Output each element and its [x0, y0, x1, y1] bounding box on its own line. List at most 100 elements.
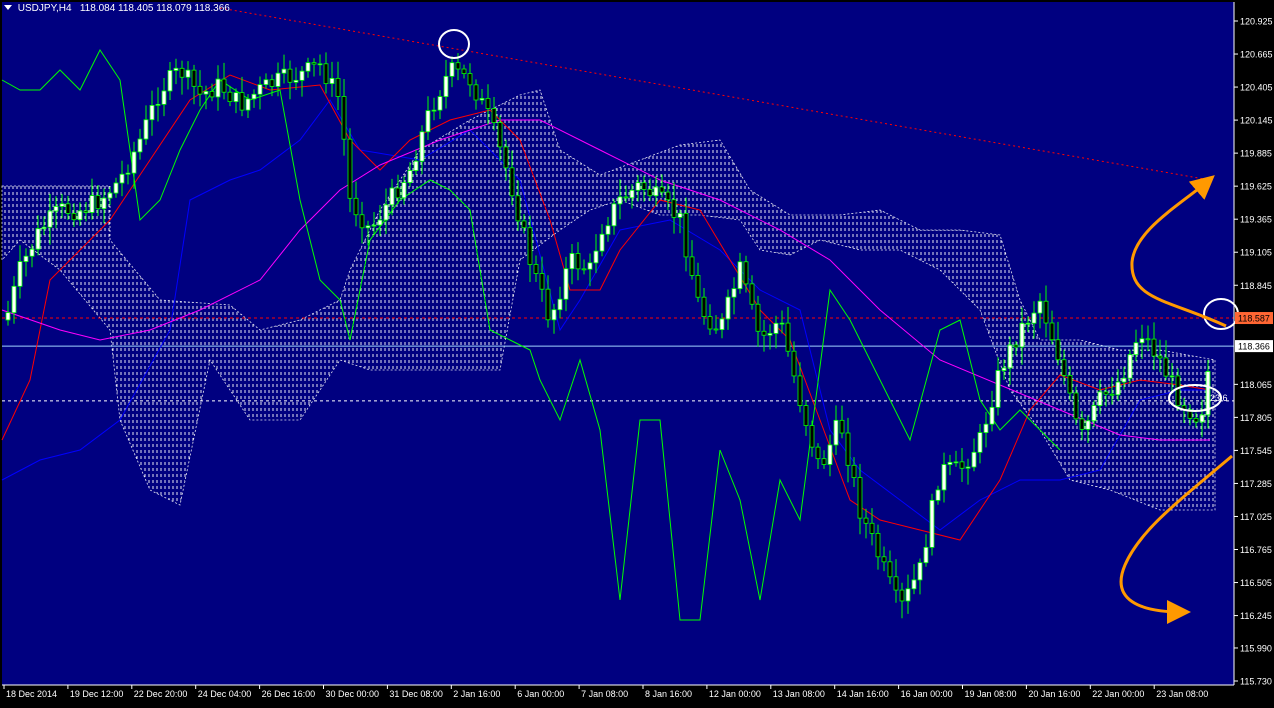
price-tick-label: 115.730 — [1240, 677, 1272, 687]
bull-candle — [479, 98, 485, 101]
bear-candle — [65, 203, 71, 214]
price-tick-label: 118.845 — [1240, 281, 1272, 291]
bull-candle — [1025, 322, 1031, 325]
time-tick-label: 24 Dec 04:00 — [198, 689, 252, 699]
bull-candle — [47, 210, 53, 228]
time-tick-label: 22 Jan 00:00 — [1092, 689, 1144, 699]
bull-candle — [1037, 300, 1043, 314]
bull-candle — [23, 255, 29, 262]
price-tick-label: 117.285 — [1240, 479, 1272, 489]
price-tick-label: 118.065 — [1240, 380, 1272, 390]
symbol-label: USDJPY,H4 — [17, 3, 72, 14]
bull-candle — [1031, 312, 1037, 324]
bull-candle — [731, 288, 737, 298]
fib-level-label: 23.6 — [1210, 393, 1228, 403]
time-tick-label: 14 Jan 16:00 — [837, 689, 889, 699]
time-axis: 18 Dec 2014 19 Dec 12:00 22 Dec 20:00 24 De… — [2, 684, 1234, 699]
bull-candle — [215, 78, 221, 98]
bear-candle — [1151, 338, 1157, 357]
bear-candle — [683, 212, 689, 258]
bull-candle — [1127, 354, 1133, 379]
bear-candle — [545, 288, 551, 321]
bear-candle — [893, 576, 899, 591]
bull-candle — [203, 90, 209, 95]
bull-candle — [281, 68, 287, 74]
bear-candle — [1061, 359, 1067, 376]
bear-candle — [875, 533, 881, 558]
bull-candle — [263, 79, 269, 86]
bear-candle — [287, 68, 293, 83]
bear-candle — [851, 464, 857, 478]
bull-candle — [89, 195, 95, 213]
bull-candle — [119, 173, 125, 184]
bear-candle — [1079, 418, 1085, 430]
bull-candle — [161, 90, 167, 105]
bear-candle — [221, 78, 227, 93]
bull-candle — [125, 172, 131, 175]
bear-candle — [815, 446, 821, 460]
bull-candle — [911, 579, 917, 590]
bear-candle — [1163, 357, 1169, 377]
bear-candle — [1073, 392, 1079, 420]
bull-candle — [107, 192, 113, 199]
bear-candle — [623, 196, 629, 199]
bull-candle — [431, 109, 437, 112]
bull-candle — [551, 309, 557, 321]
bear-candle — [809, 425, 815, 448]
bull-candle — [941, 464, 947, 491]
bear-candle — [197, 85, 203, 95]
price-tick-label: 117.025 — [1240, 512, 1272, 522]
bear-candle — [1109, 393, 1115, 396]
time-tick-label: 13 Jan 08:00 — [773, 689, 825, 699]
price-tick-label: 116.245 — [1240, 611, 1272, 621]
bear-candle — [959, 461, 965, 469]
bull-candle — [251, 93, 257, 100]
bull-candle — [569, 253, 575, 270]
price-tick-label: 119.885 — [1240, 149, 1272, 159]
bull-candle — [53, 206, 59, 212]
bull-candle — [59, 203, 65, 207]
time-tick-label: 8 Jan 16:00 — [645, 689, 692, 699]
bear-candle — [209, 90, 215, 98]
bull-candle — [29, 248, 35, 257]
bull-candle — [905, 588, 911, 602]
bear-candle — [1193, 417, 1199, 423]
bull-candle — [1139, 338, 1145, 344]
bull-candle — [77, 210, 83, 221]
chart-window[interactable]: USDJPY,H4 118.084 118.405 118.079 118.36… — [0, 0, 1274, 703]
bear-candle — [269, 79, 275, 87]
bull-candle — [167, 70, 173, 92]
bull-candle — [449, 62, 455, 77]
bull-candle — [1199, 414, 1205, 423]
bull-candle — [371, 224, 377, 227]
bear-candle — [179, 67, 185, 78]
bull-candle — [5, 312, 11, 321]
bull-candle — [983, 423, 989, 433]
bull-candle — [725, 296, 731, 320]
bear-candle — [785, 322, 791, 352]
bull-candle — [11, 285, 17, 314]
bull-candle — [965, 466, 971, 469]
bear-candle — [347, 138, 353, 199]
bull-candle — [599, 233, 605, 252]
bear-candle — [689, 256, 695, 276]
bear-candle — [239, 92, 245, 111]
bear-candle — [845, 432, 851, 466]
price-tick-label: 120.665 — [1240, 50, 1273, 60]
bull-candle — [677, 212, 683, 218]
price-chart[interactable]: 23.6 120.925 120.665 120.405 120.145 119.885… — [0, 0, 1274, 703]
current-price-label: 118.366 — [1238, 342, 1270, 352]
price-tick-label: 120.405 — [1240, 83, 1273, 93]
bull-candle — [113, 182, 119, 194]
bull-candle — [737, 261, 743, 290]
bear-candle — [83, 210, 89, 213]
price-tick-label: 117.545 — [1240, 446, 1272, 456]
bear-candle — [797, 375, 803, 407]
bull-candle — [923, 546, 929, 564]
dropdown-triangle-icon[interactable] — [4, 5, 12, 10]
time-tick-label: 19 Dec 12:00 — [70, 689, 124, 699]
bear-candle — [1049, 322, 1055, 341]
bear-candle — [707, 316, 713, 330]
price-tick-label: 116.765 — [1240, 545, 1272, 555]
bear-candle — [761, 330, 767, 336]
